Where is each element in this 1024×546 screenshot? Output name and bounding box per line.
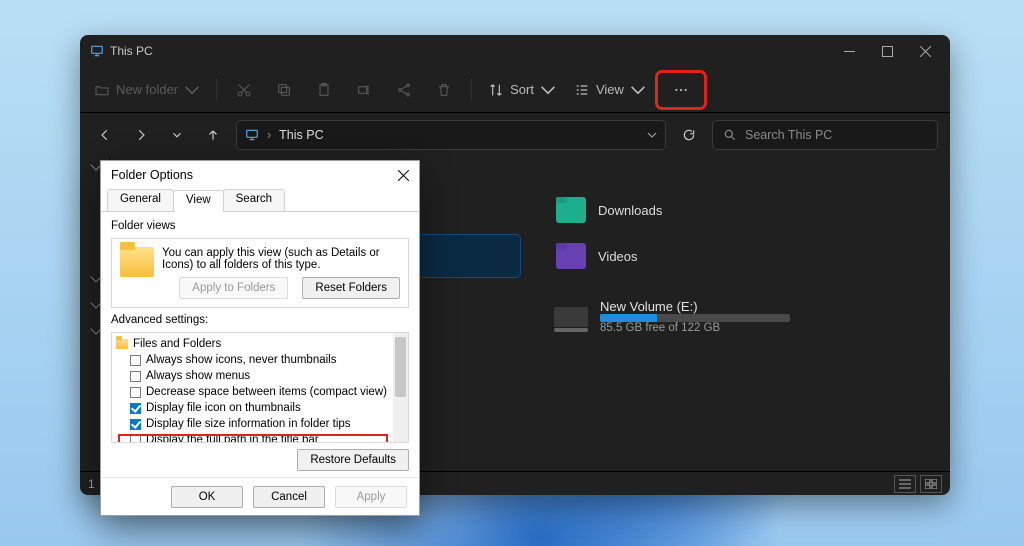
advanced-settings-label: Advanced settings: [111, 314, 409, 326]
delete-button[interactable] [427, 73, 461, 107]
chevron-down-icon [630, 82, 646, 98]
folder-label: Videos [598, 249, 638, 264]
drive-free: 85.5 GB free of 122 GB [600, 322, 790, 334]
dialog-titlebar[interactable]: Folder Options [101, 161, 419, 189]
folder-videos[interactable]: Videos [548, 235, 936, 277]
disk-icon [554, 307, 588, 327]
checkbox[interactable] [130, 419, 141, 430]
up-button[interactable] [200, 122, 226, 148]
apply-to-folders-button[interactable]: Apply to Folders [179, 277, 288, 299]
ok-button[interactable]: OK [171, 486, 243, 508]
dialog-title: Folder Options [111, 168, 193, 182]
search-input[interactable]: Search This PC [712, 120, 938, 150]
sort-label: Sort [510, 82, 534, 97]
forward-button[interactable] [128, 122, 154, 148]
search-placeholder: Search This PC [745, 128, 832, 142]
folder-icon [120, 247, 154, 277]
chevron-down-icon [184, 82, 200, 98]
folder-views-label: Folder views [111, 220, 409, 232]
nav-row: › This PC Search This PC [80, 113, 950, 157]
copy-button[interactable] [267, 73, 301, 107]
restore-defaults-button[interactable]: Restore Defaults [297, 449, 409, 471]
folder-options-dialog: Folder Options General View Search Folde… [100, 160, 420, 516]
drive-e[interactable]: New Volume (E:) 85.5 GB free of 122 GB [548, 295, 936, 338]
scrollbar-thumb[interactable] [395, 337, 406, 397]
tab-general[interactable]: General [107, 189, 174, 211]
paste-button[interactable] [307, 73, 341, 107]
sort-button[interactable]: Sort [482, 73, 562, 107]
chevron-down-icon[interactable] [647, 130, 657, 140]
reset-folders-button[interactable]: Reset Folders [302, 277, 400, 299]
folder-icon [116, 339, 128, 349]
details-view-button[interactable] [894, 475, 916, 493]
refresh-button[interactable] [676, 122, 702, 148]
close-button[interactable] [906, 35, 944, 67]
new-folder-button[interactable]: New folder [88, 73, 206, 107]
chevron-down-icon [540, 82, 556, 98]
folder-downloads[interactable]: Downloads [548, 189, 936, 231]
drive-name: New Volume (E:) [600, 299, 790, 314]
recent-locations-button[interactable] [164, 122, 190, 148]
tiles-view-button[interactable] [920, 475, 942, 493]
command-bar: New folder Sort View [80, 67, 950, 113]
checkbox[interactable] [130, 355, 141, 366]
highlight-annotation [118, 434, 388, 443]
ellipsis-icon [673, 82, 689, 98]
maximize-button[interactable] [868, 35, 906, 67]
dialog-footer: OK Cancel Apply [101, 477, 419, 515]
checkbox[interactable] [130, 387, 141, 398]
view-button[interactable]: View [568, 73, 652, 107]
item-count: 1 [88, 477, 95, 491]
folder-icon [556, 243, 586, 269]
usage-bar [600, 314, 790, 322]
close-button[interactable] [391, 163, 415, 187]
this-pc-icon [90, 44, 104, 58]
folder-views-group: You can apply this view (such as Details… [111, 238, 409, 308]
folder-views-desc: You can apply this view (such as Details… [162, 247, 400, 271]
cut-button[interactable] [227, 73, 261, 107]
checkbox[interactable] [130, 371, 141, 382]
tab-search[interactable]: Search [223, 189, 285, 211]
folder-icon [556, 197, 586, 223]
search-icon [723, 128, 737, 142]
minimize-button[interactable] [830, 35, 868, 67]
cancel-button[interactable]: Cancel [253, 486, 325, 508]
folder-label: Downloads [598, 203, 662, 218]
more-button[interactable] [658, 73, 704, 107]
advanced-settings-tree[interactable]: Files and Folders Always show icons, nev… [111, 332, 409, 443]
breadcrumb: This PC [279, 128, 323, 142]
address-bar[interactable]: › This PC [236, 120, 666, 150]
rename-button[interactable] [347, 73, 381, 107]
apply-button[interactable]: Apply [335, 486, 407, 508]
checkbox[interactable] [130, 403, 141, 414]
tree-scrollbar[interactable] [393, 333, 408, 442]
share-button[interactable] [387, 73, 421, 107]
window-title: This PC [110, 44, 153, 58]
back-button[interactable] [92, 122, 118, 148]
view-label: View [596, 82, 624, 97]
titlebar[interactable]: This PC [80, 35, 950, 67]
dialog-tabs: General View Search [101, 189, 419, 212]
tab-view[interactable]: View [173, 190, 224, 212]
new-folder-label: New folder [116, 82, 178, 97]
this-pc-icon [245, 128, 259, 142]
